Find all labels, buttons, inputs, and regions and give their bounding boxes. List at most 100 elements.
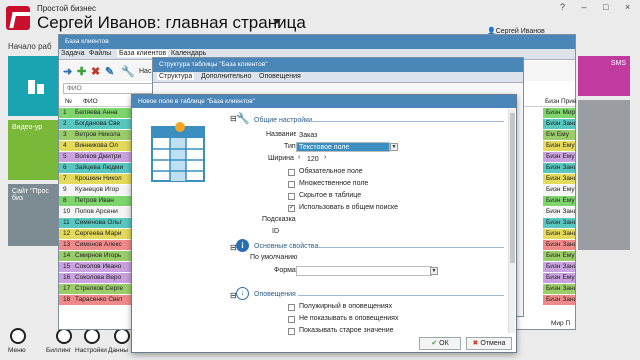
row-cell: Бизн xyxy=(546,263,561,270)
col-num-header[interactable]: № xyxy=(65,98,72,105)
window-controls[interactable]: ? – □ × xyxy=(560,2,637,12)
tool-label[interactable]: Нас xyxy=(139,68,151,75)
new-field-dialog[interactable]: Новое поле в таблице "База клиентов" ⊟ 🔧… xyxy=(131,94,517,353)
arrow-down-icon: ↓ xyxy=(236,287,249,300)
format-select[interactable] xyxy=(296,266,432,276)
table-row-right[interactable]: Бизн Ему xyxy=(543,196,575,206)
tile-background[interactable] xyxy=(578,100,630,250)
row-cell: Зани xyxy=(562,120,575,127)
row-cell: Ем xyxy=(546,131,555,138)
row-number: 3 xyxy=(63,131,67,138)
table-row-right[interactable]: БизнЗани xyxy=(543,240,575,250)
tab-calendar[interactable]: Календарь xyxy=(171,50,206,57)
table-row-right[interactable]: Бизн Мир xyxy=(543,108,575,118)
row-cell: Зани xyxy=(562,285,575,292)
hidden-checkbox[interactable] xyxy=(288,193,295,200)
row-name: Беляева Анна xyxy=(75,109,118,116)
chevron-down-icon[interactable]: ▼ xyxy=(390,143,398,151)
table-row-right[interactable]: БизнЗани xyxy=(543,218,575,228)
row-name: Богданова Све xyxy=(75,120,121,127)
data-icon[interactable] xyxy=(114,328,130,344)
wrench-icon: 🔧 xyxy=(236,113,250,125)
tab-notifications[interactable]: Оповещения xyxy=(259,73,301,80)
row-number: 8 xyxy=(63,197,67,204)
old-value-checkbox[interactable] xyxy=(288,328,295,335)
clients-window-titlebar[interactable]: База клиентов xyxy=(59,35,575,49)
chevron-down-icon[interactable] xyxy=(273,19,281,24)
table-row-right[interactable]: БизнЗани xyxy=(543,119,575,129)
table-row-right[interactable]: Бизн Ему xyxy=(543,273,575,283)
table-row-right[interactable]: БизнЗани xyxy=(543,284,575,294)
tab-clients[interactable]: База клиентов xyxy=(117,50,169,57)
search-checkbox[interactable]: ✓ xyxy=(288,205,295,212)
row-number: 9 xyxy=(63,186,67,193)
tile-sms[interactable]: SMS xyxy=(578,56,630,96)
pencil-icon[interactable]: ✎ xyxy=(105,65,114,78)
row-cell: Ему xyxy=(562,142,575,149)
col-right-header[interactable]: Бизн xyxy=(545,98,559,105)
col-right2-header[interactable]: Прие xyxy=(561,98,577,105)
arrow-right-icon[interactable]: ➜ xyxy=(63,65,72,78)
row-name: Ветров Никола xyxy=(75,131,121,138)
col-name-header[interactable]: ФИО xyxy=(83,98,98,105)
scrollbar[interactable] xyxy=(508,109,515,333)
wrench-icon[interactable]: 🔧 xyxy=(121,65,135,78)
stepper-increment[interactable]: › xyxy=(324,154,326,161)
table-row-right[interactable]: БизнЗани xyxy=(543,174,575,184)
row-cell: Зани xyxy=(562,230,575,237)
row-number: 12 xyxy=(63,230,71,237)
hint-label: Подсказка xyxy=(262,216,296,223)
row-cell: Зани xyxy=(562,208,575,215)
tile-video[interactable]: Видео-ур xyxy=(8,120,64,180)
table-row-right[interactable]: БизнЗани xyxy=(543,163,575,173)
tab-tasks[interactable]: Задача xyxy=(61,50,85,57)
gear-icon[interactable] xyxy=(84,328,100,344)
menu-icon[interactable] xyxy=(10,328,26,344)
table-icon xyxy=(151,122,205,182)
billing-icon[interactable] xyxy=(56,328,72,344)
bold-notify-checkbox[interactable] xyxy=(288,304,295,311)
row-cell: Ему xyxy=(562,153,575,160)
required-checkbox[interactable] xyxy=(288,169,295,176)
table-row-right[interactable]: БизнЗани xyxy=(543,262,575,272)
section-general: Общие настройки xyxy=(254,117,313,124)
row-cell: Бизн xyxy=(546,219,561,226)
table-row-right[interactable]: БизнЗани xyxy=(543,295,575,305)
table-row-right[interactable]: Бизн Ему xyxy=(543,152,575,162)
multiple-checkbox[interactable] xyxy=(288,181,295,188)
row-cell: Бизн xyxy=(546,197,561,204)
tile-site[interactable]: Сайт "Прос биз xyxy=(8,184,64,246)
structure-window-titlebar[interactable]: Структура таблицы "База клиентов" xyxy=(153,58,523,72)
name-field[interactable]: Заказ xyxy=(296,130,496,140)
tab-additional[interactable]: Дополнительно xyxy=(201,73,251,80)
chevron-down-icon[interactable]: ▼ xyxy=(430,267,438,275)
row-name: Волков Дмитри xyxy=(75,153,122,160)
width-stepper[interactable]: 120 xyxy=(304,154,324,164)
tile-buildings[interactable] xyxy=(8,56,64,116)
type-select[interactable]: Текстовое поле xyxy=(296,142,390,152)
row-cell: Зани xyxy=(562,175,575,182)
hide-notify-checkbox[interactable] xyxy=(288,316,295,323)
row-name: Симонов Алекс xyxy=(75,241,122,248)
add-icon[interactable]: ✚ xyxy=(77,65,86,78)
ok-button[interactable]: ✔ ОК xyxy=(419,337,461,350)
row-cell: Бизн xyxy=(546,175,561,182)
scrollbar-thumb[interactable] xyxy=(510,113,515,263)
table-row-right[interactable]: Бизн Ему xyxy=(543,141,575,151)
row-cell: Бизн xyxy=(546,252,561,259)
row-number: 15 xyxy=(63,263,71,270)
table-row-right[interactable]: БизнЗани xyxy=(543,229,575,239)
row-cell: Мир xyxy=(562,109,575,116)
dialog-titlebar[interactable]: Новое поле в таблице "База клиентов" xyxy=(132,95,516,108)
delete-icon[interactable]: ✖ xyxy=(91,65,100,78)
table-row-right[interactable]: Бизн Ему xyxy=(543,251,575,261)
table-row-right[interactable]: Ем Ему xyxy=(543,130,575,140)
tab-files[interactable]: Файлы xyxy=(89,50,111,57)
cancel-button[interactable]: ✖ Отмена xyxy=(466,337,512,350)
name-label: Название xyxy=(266,131,298,138)
table-row-right[interactable]: БизнЗани xyxy=(543,207,575,217)
stepper-decrement[interactable]: ‹ xyxy=(298,154,300,161)
tab-structure[interactable]: Структура xyxy=(157,73,195,80)
row-number: 4 xyxy=(63,142,67,149)
table-row-right[interactable]: Бизн Ему xyxy=(543,185,575,195)
